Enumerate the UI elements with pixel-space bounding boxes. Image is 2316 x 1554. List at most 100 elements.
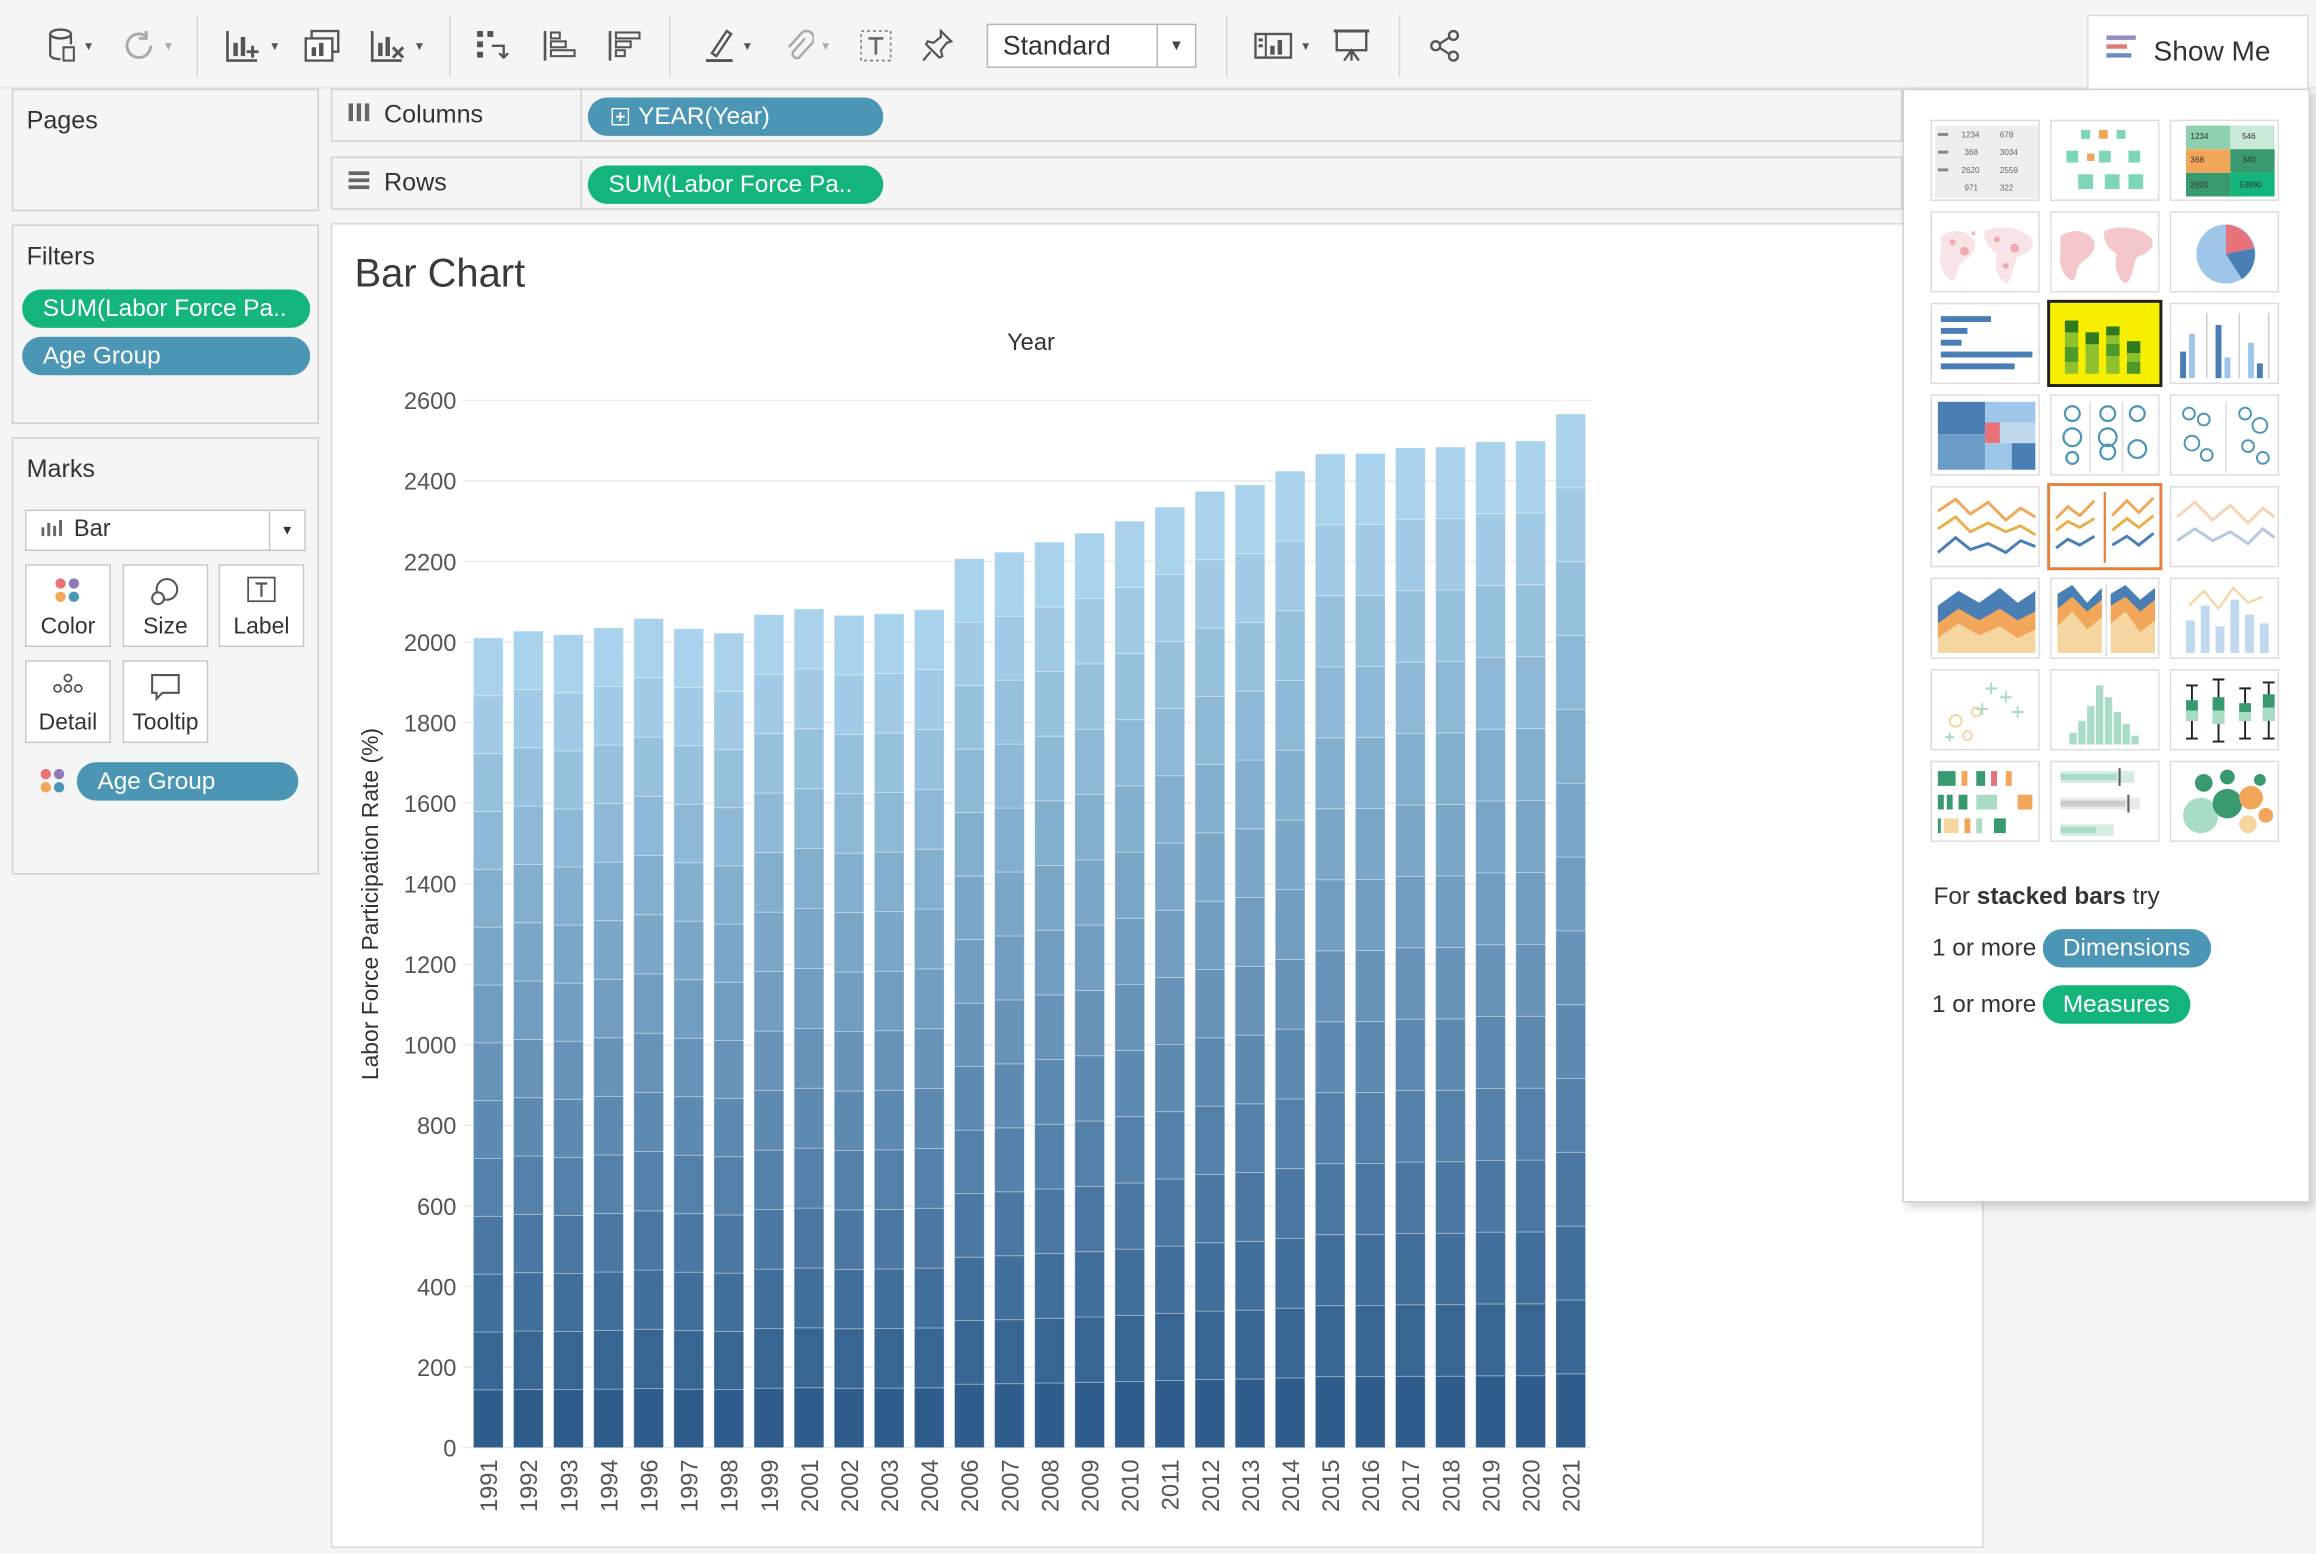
sm-symbol-map-table[interactable] [2050,119,2160,201]
sort-ascending-button[interactable] [538,25,579,66]
bar-2007[interactable] [994,551,1025,1449]
bar-segment [1515,440,1546,514]
bar-1992[interactable] [513,630,544,1449]
bar-1991[interactable] [472,637,504,1449]
datasource-button[interactable]: ▼ [35,25,106,66]
show-me-tab[interactable]: Show Me [2087,14,2309,89]
bar-segment [1114,719,1146,787]
sm-histogram[interactable] [2050,669,2160,751]
bar-2006[interactable] [954,558,985,1449]
bar-2013[interactable] [1234,484,1266,1449]
bar-2016[interactable] [1354,453,1386,1449]
bar-2008[interactable] [1034,541,1065,1449]
bar-1994[interactable] [593,627,624,1449]
columns-pill-year[interactable]: YEAR(Year) [587,97,884,136]
bar-2021[interactable] [1555,413,1587,1449]
bar-1998[interactable] [713,632,745,1449]
columns-icon [347,100,384,130]
color-mark-button[interactable]: Color [25,564,111,648]
bar-segment [1555,1004,1587,1079]
sm-dual-lines[interactable] [2169,485,2280,568]
bar-2020[interactable] [1515,440,1546,1449]
sm-packed-bubbles[interactable] [2169,760,2280,842]
marks-pill-age-group[interactable]: Age Group [76,762,299,801]
size-mark-button[interactable]: Size [122,564,209,648]
sm-continuous-lines[interactable] [1930,485,2040,568]
sm-area-continuous[interactable] [1930,577,2040,659]
thumb-label: 971 [1964,184,1978,193]
bar-2018[interactable] [1435,446,1466,1449]
bar-1999[interactable] [753,614,785,1449]
sm-scatter-plot[interactable] [1930,669,2040,751]
sm-discrete-lines[interactable] [2047,483,2163,571]
filter-pill-labor-force[interactable]: SUM(Labor Force Pa.. [22,289,311,328]
bar-segment [1154,1380,1186,1449]
pages-card[interactable]: Pages [11,88,320,212]
bar-2010[interactable] [1114,520,1146,1449]
sm-text-table[interactable]: 1234 678 368 3034 2620 2559 971 322 [1930,119,2040,201]
sm-pie-chart[interactable] [2169,211,2280,293]
bar-2017[interactable] [1395,447,1426,1449]
refresh-button[interactable]: ▼ [112,25,183,66]
bar-1993[interactable] [553,634,584,1449]
bar-segment [1234,965,1266,1036]
tooltip-mark-button[interactable]: Tooltip [122,660,209,744]
filter-pill-age-group[interactable]: Age Group [22,336,311,376]
show-cards-button[interactable]: ▼ [1247,25,1318,66]
sm-stacked-bars-selected[interactable] [2047,299,2163,388]
bar-segment [1194,627,1226,697]
sm-circle-views[interactable] [2050,394,2160,476]
sm-side-by-side-circles[interactable] [2169,394,2280,476]
sm-filled-map[interactable] [2050,211,2160,293]
sm-box-whisker[interactable] [2169,669,2280,751]
bar-2001[interactable] [793,608,825,1449]
bar-2009[interactable] [1074,532,1105,1449]
filters-card[interactable]: Filters SUM(Labor Force Pa.. Age Group [11,224,320,424]
sm-gantt-chart[interactable] [1930,760,2040,842]
swap-button[interactable] [473,25,514,66]
columns-shelf[interactable]: Columns YEAR(Year) [330,88,1903,142]
bar-1996[interactable] [633,618,664,1449]
sm-treemap[interactable] [1930,394,2040,476]
bar-2012[interactable] [1194,490,1226,1449]
fit-dropdown[interactable]: Standard ▼ [986,23,1197,68]
duplicate-sheet-button[interactable] [301,25,342,66]
label-mark-button[interactable]: Label [218,564,305,648]
bar-segment [1555,708,1587,784]
mark-type-dropdown[interactable]: Bar ▼ [25,509,306,551]
new-worksheet-button[interactable]: ▼ [216,25,290,66]
sm-side-by-side-bars[interactable] [2169,302,2280,385]
show-labels-button[interactable] [857,25,895,66]
bar-segment [1114,653,1146,721]
bar-segment [593,1037,624,1097]
group-button[interactable]: ▼ [774,25,842,66]
bar-2014[interactable] [1274,470,1306,1449]
detail-mark-button[interactable]: Detail [25,660,111,744]
bar-2004[interactable] [913,609,945,1449]
sm-dual-combination[interactable] [2169,577,2280,659]
sm-horizontal-bars[interactable] [1930,302,2040,385]
bar-segment [793,1027,825,1089]
sort-descending-button[interactable] [603,25,644,66]
presentation-button[interactable] [1329,25,1373,66]
bar-mark-icon [41,517,63,544]
bar-2002[interactable] [833,614,865,1449]
bar-2015[interactable] [1314,453,1346,1449]
bar-1997[interactable] [673,628,704,1449]
highlight-button[interactable]: ▼ [694,25,762,66]
bar-segment [1435,875,1466,948]
bar-2003[interactable] [873,613,905,1449]
sm-area-discrete[interactable] [2050,577,2160,659]
sm-highlight-table[interactable]: 1234 546 368 340 2620 53890 [2169,119,2280,201]
bar-2019[interactable] [1475,441,1506,1449]
rows-pill-labor-force[interactable]: SUM(Labor Force Pa.. [587,165,884,204]
bar-2011[interactable] [1154,506,1186,1449]
share-button[interactable] [1424,25,1465,66]
sm-bullet-graph[interactable] [2050,760,2160,842]
sm-symbol-map[interactable] [1930,211,2040,293]
rows-shelf[interactable]: Rows SUM(Labor Force Pa.. [330,156,1903,210]
pin-button[interactable] [919,25,957,66]
clear-sheet-button[interactable]: ▼ [360,25,434,66]
bar-segment [1234,1378,1266,1449]
bar-segment [1074,1120,1105,1187]
